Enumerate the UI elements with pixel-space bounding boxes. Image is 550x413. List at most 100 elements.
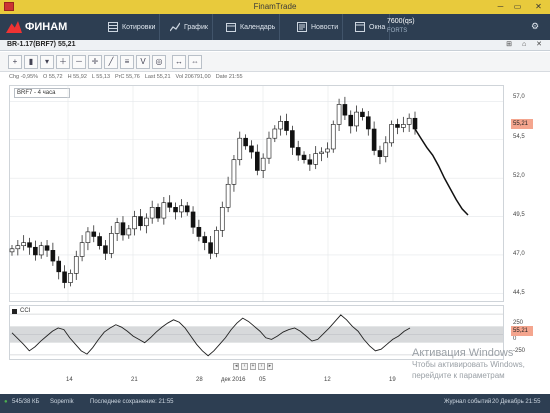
projection-line	[414, 128, 469, 216]
candle	[91, 231, 97, 237]
candle	[219, 207, 225, 231]
scroll-left-icon[interactable]: ‹	[241, 363, 248, 370]
status-saved: Последнее сохранение: 21:55	[90, 399, 174, 405]
candle	[179, 205, 184, 213]
cci-color-swatch	[12, 308, 17, 314]
minimize-button[interactable]: ─	[493, 1, 508, 12]
connection-icon: ●	[4, 399, 8, 405]
title-bar: FinamTrade ─ ▭ ✕	[0, 0, 550, 14]
candle	[377, 150, 383, 157]
last-price-label: 55,21	[511, 119, 533, 129]
close-icon[interactable]: ✕	[531, 1, 546, 12]
watermark-line2: Чтобы активировать Windows,	[412, 360, 525, 369]
candle	[307, 159, 313, 165]
candle	[184, 205, 190, 213]
candle	[85, 231, 91, 243]
x-tick: 05	[259, 377, 266, 383]
logo-text: ФИНАМ	[25, 21, 68, 33]
x-tick: 21	[131, 377, 138, 383]
server-name: 7600(qs)	[387, 18, 415, 25]
maximize-button[interactable]: ▭	[510, 1, 525, 12]
candle	[383, 142, 389, 157]
x-tick: 12	[324, 377, 331, 383]
calendar-button[interactable]: Календарь	[222, 14, 281, 40]
windows-label: Окна	[369, 23, 386, 31]
time-scroll-controls: ◂ ‹ + › ▸	[233, 363, 274, 371]
chart-label: График	[184, 23, 208, 31]
candle	[412, 117, 418, 130]
candle	[21, 242, 26, 247]
candle	[155, 207, 161, 219]
quotes-icon	[108, 22, 118, 32]
candle	[173, 207, 178, 213]
candle	[103, 245, 108, 254]
candle	[208, 242, 213, 254]
chart-window: BR-1.17(BRF7) 55,21 ⊞ ⌂ ✕ + ▮ ▾ ＋ － ✛ ╱ …	[0, 40, 550, 393]
candle	[144, 217, 149, 227]
candle	[68, 273, 73, 283]
candle	[336, 104, 342, 125]
windows-icon	[355, 22, 365, 32]
calendar-label: Календарь	[240, 23, 276, 31]
scroll-end-icon[interactable]: ▸	[266, 363, 274, 370]
candle	[278, 121, 283, 130]
zoom-time-icon[interactable]: +	[249, 363, 257, 370]
y-tick: 57,0	[513, 94, 525, 100]
chart-grid	[10, 86, 503, 301]
candle	[161, 202, 167, 219]
candle	[295, 147, 301, 156]
candle	[406, 117, 412, 125]
y-tick: 52,0	[513, 173, 525, 179]
candle	[225, 183, 231, 208]
candle	[395, 124, 400, 128]
cci-name: CCI	[20, 308, 31, 314]
candle	[284, 121, 289, 131]
candle	[325, 148, 330, 153]
news-icon	[297, 22, 307, 32]
candle	[342, 104, 348, 116]
status-bar: ● 545/38 КБ Sopernik Последнее сохранени…	[0, 394, 550, 413]
x-tick: 19	[389, 377, 396, 383]
candle	[44, 245, 50, 251]
candle	[97, 236, 102, 247]
candle	[371, 128, 377, 151]
candle	[348, 114, 354, 127]
candle	[56, 260, 62, 273]
candle	[15, 245, 21, 250]
candle	[62, 271, 67, 283]
chart-button[interactable]: График	[166, 14, 213, 40]
y-tick: 49,5	[513, 212, 525, 218]
candle	[120, 222, 126, 236]
status-datetime: 20 Декабрь 21:55	[492, 399, 541, 405]
journal-button[interactable]: Журнал событий	[444, 399, 491, 405]
windows-button[interactable]: Окна	[351, 14, 391, 40]
status-traffic: 545/38 КБ	[12, 399, 40, 405]
candle	[260, 157, 266, 171]
server-status[interactable]: 7600(qs) FORTS	[387, 17, 435, 37]
status-mode: Sopernik	[50, 399, 74, 405]
candle	[38, 245, 44, 256]
candle	[73, 256, 79, 274]
candle	[272, 128, 278, 139]
calendar-icon	[226, 23, 236, 32]
finam-logo-icon	[6, 21, 22, 33]
scroll-start-icon[interactable]: ◂	[233, 363, 240, 370]
candle	[50, 250, 56, 262]
candle	[138, 216, 143, 227]
candle	[255, 151, 260, 171]
cci-legend: CCI	[12, 308, 30, 314]
quotes-button[interactable]: Котировки	[104, 14, 161, 40]
settings-icon[interactable]: ⚙	[531, 21, 539, 32]
candle	[149, 207, 155, 219]
candle	[301, 154, 307, 161]
candle	[167, 202, 172, 208]
news-button[interactable]: Новости	[293, 14, 344, 40]
quotes-label: Котировки	[122, 23, 156, 31]
scroll-right-icon[interactable]: ›	[258, 363, 265, 370]
y-tick: 44,5	[513, 290, 525, 296]
candle	[237, 137, 243, 161]
candle	[290, 130, 295, 148]
finamtrade-window: FinamTrade ─ ▭ ✕ ФИНАМ Котировки График …	[0, 0, 550, 413]
x-tick: 14	[66, 377, 73, 383]
candle	[196, 226, 202, 237]
